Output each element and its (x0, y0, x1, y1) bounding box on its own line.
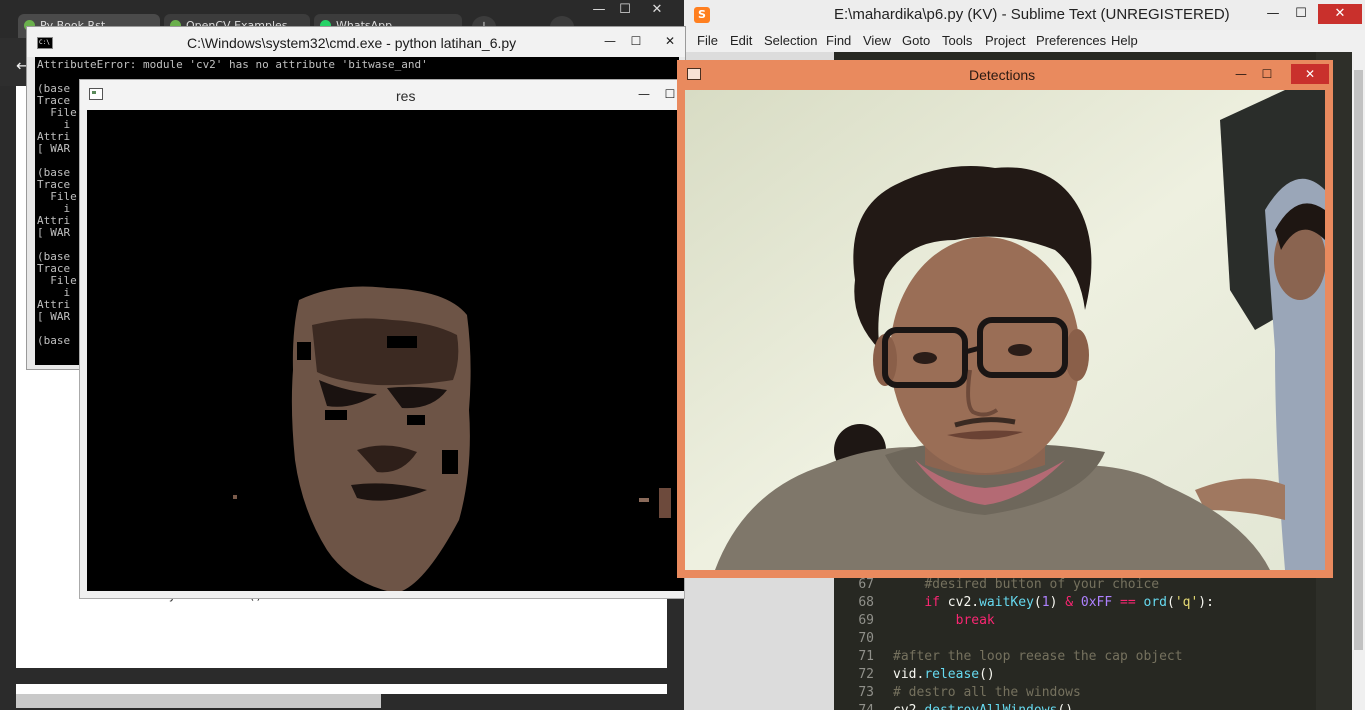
window-icon (89, 88, 103, 100)
console-line: AttributeError: module 'cv2' has no attr… (37, 58, 428, 71)
menu-tools[interactable]: Tools (942, 33, 972, 48)
line-number: 72 (858, 667, 874, 682)
editor-vertical-scrollbar[interactable] (1354, 70, 1363, 650)
menu-help[interactable]: Help (1111, 33, 1138, 48)
code-token: ( (1166, 595, 1175, 610)
res-minimize-button[interactable]: — (632, 84, 656, 104)
code-line[interactable]: #after the loop reease the cap object (893, 649, 1183, 664)
code-token: ) (1049, 595, 1066, 610)
browser-maximize-button[interactable]: ☐ (610, 0, 640, 20)
masked-video-frame (87, 110, 684, 591)
line-number: 70 (858, 631, 874, 646)
code-token: destroyAllWindows (924, 703, 1057, 710)
line-number: 74 (834, 703, 874, 710)
code-token: 1 (1041, 595, 1050, 610)
webcam-frame (685, 90, 1325, 570)
code-line[interactable]: if cv2.waitKey(1) & 0xFF == ord('q'): (893, 595, 1214, 610)
code-token: cv2. (939, 595, 980, 610)
detections-maximize-button[interactable]: ☐ (1255, 64, 1279, 84)
code-line[interactable]: #desired button of your choice (893, 577, 1159, 592)
code-token: break (955, 613, 995, 628)
code-token: ): (1198, 595, 1214, 610)
sublime-close-button[interactable]: ✕ (1318, 4, 1362, 24)
code-token: () (979, 667, 995, 682)
line-number: 71 (858, 649, 874, 664)
code-token: () (1057, 703, 1073, 710)
cmd-maximize-button[interactable]: ☐ (623, 31, 649, 51)
code-token: #after the loop reease the cap object (893, 649, 1183, 664)
code-token: ord (1143, 595, 1167, 610)
sublime-title: E:\mahardika\p6.py (KV) - Sublime Text (… (834, 6, 1230, 23)
detections-close-button[interactable]: ✕ (1291, 64, 1329, 84)
cmd-title: C:\Windows\system32\cmd.exe - python lat… (187, 35, 517, 51)
line-number: 67 (858, 577, 874, 592)
menu-preferences[interactable]: Preferences (1036, 33, 1106, 48)
code-line[interactable]: cv2.destroyAllWindows() (893, 703, 1073, 710)
sublime-maximize-button[interactable]: ☐ (1286, 4, 1316, 24)
code-token: 0xFF (1080, 595, 1113, 610)
menu-goto[interactable]: Goto (902, 33, 930, 48)
cmd-close-button[interactable]: ✕ (657, 31, 683, 51)
page-horizontal-area (16, 684, 667, 694)
window-icon (687, 68, 701, 80)
line-number: 69 (858, 613, 874, 628)
menu-selection[interactable]: Selection (764, 33, 817, 48)
code-token: #desired button of your choice (924, 577, 1160, 592)
menu-view[interactable]: View (863, 33, 891, 48)
menu-project[interactable]: Project (985, 33, 1025, 48)
menu-file[interactable]: File (697, 33, 718, 48)
code-token: cv2. (893, 703, 924, 710)
code-token: waitKey (979, 595, 1034, 610)
res-title: res (396, 88, 416, 104)
code-token: # destro all the windows (893, 685, 1081, 700)
res-titlebar (80, 80, 684, 110)
detections-window: Detections — ☐ ✕ (677, 60, 1333, 578)
menu-find[interactable]: Find (826, 33, 851, 48)
code-token: if (924, 595, 940, 610)
code-line[interactable]: # destro all the windows (893, 685, 1081, 700)
browser-close-button[interactable]: ✕ (642, 0, 672, 20)
cmd-icon: C:\ (37, 37, 53, 49)
code-token: & (1065, 595, 1074, 610)
line-number: 68 (858, 595, 874, 610)
res-window: res — ☐ (79, 79, 685, 599)
code-line[interactable]: vid.release() (893, 667, 995, 682)
code-token: 'q' (1174, 595, 1199, 610)
horizontal-scrollbar[interactable] (16, 694, 381, 708)
code-token: == (1120, 595, 1136, 610)
sublime-app-icon: S (694, 7, 710, 23)
cmd-minimize-button[interactable]: — (597, 31, 623, 51)
code-token: vid. (893, 667, 925, 682)
detections-minimize-button[interactable]: — (1229, 64, 1253, 84)
code-line[interactable]: break (893, 613, 995, 628)
sublime-minimize-button[interactable]: — (1258, 4, 1288, 24)
code-token: ( (1033, 595, 1042, 610)
detections-title: Detections (969, 67, 1036, 83)
line-number: 73 (858, 685, 874, 700)
code-token: release (924, 667, 980, 682)
masked-face-image (87, 110, 684, 591)
webcam-person-image (685, 90, 1325, 570)
sublime-menubar: File Edit Selection Find View Goto Tools… (684, 30, 1365, 52)
menu-edit[interactable]: Edit (730, 33, 752, 48)
